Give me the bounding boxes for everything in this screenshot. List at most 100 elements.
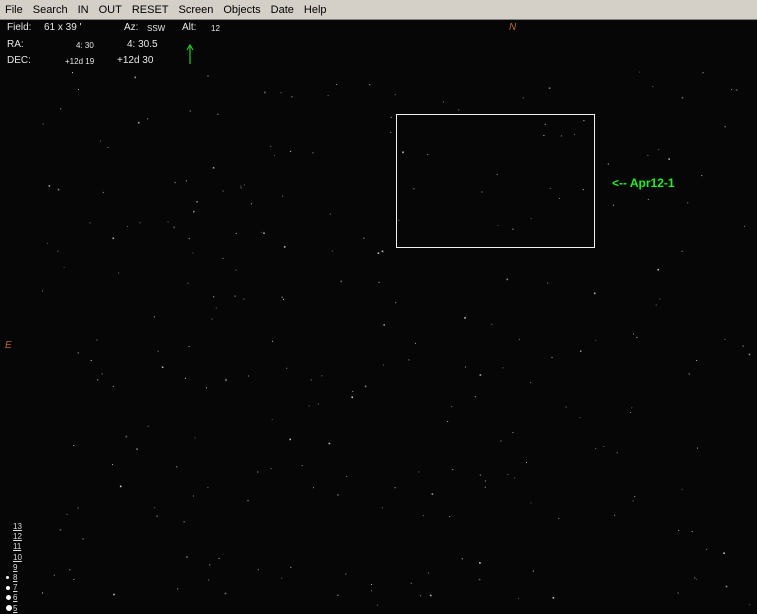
star	[156, 515, 158, 517]
field-of-view-frame[interactable]	[396, 114, 595, 248]
star	[66, 513, 68, 515]
star	[247, 500, 249, 502]
star	[73, 579, 75, 580]
menu-objects[interactable]: Objects	[218, 1, 265, 19]
menu-screen[interactable]: Screen	[174, 1, 219, 19]
magnitude-row: 8	[4, 573, 34, 583]
magnitude-value: 13	[13, 522, 22, 531]
star	[394, 94, 396, 96]
star	[631, 407, 633, 409]
star	[593, 292, 596, 295]
star	[125, 435, 128, 438]
alt-label: Alt:	[182, 22, 197, 33]
star	[153, 316, 155, 318]
star	[102, 191, 104, 193]
star	[222, 257, 224, 259]
star	[310, 379, 312, 381]
star	[147, 118, 149, 120]
star	[678, 530, 680, 531]
star	[464, 317, 466, 319]
menu-zoom-in[interactable]: IN	[73, 1, 94, 19]
star	[647, 198, 649, 200]
star	[193, 210, 195, 213]
star	[189, 110, 191, 112]
menu-reset[interactable]: RESET	[127, 1, 174, 19]
star-field	[42, 71, 751, 606]
star	[264, 91, 266, 94]
star	[696, 360, 698, 361]
star	[77, 507, 79, 509]
star	[548, 87, 551, 89]
star	[327, 94, 329, 96]
star	[677, 592, 679, 594]
sky-view[interactable]: Field: 61 x 39 ' Az: SSW Alt: 12 RA: 4: …	[0, 20, 757, 614]
alt-value: 12	[211, 24, 220, 33]
menu-zoom-out[interactable]: OUT	[94, 1, 127, 19]
star	[290, 150, 292, 152]
star	[240, 185, 242, 187]
star	[185, 180, 187, 182]
star	[410, 582, 412, 584]
menu-search[interactable]: Search	[28, 1, 73, 19]
star	[69, 569, 71, 571]
star	[565, 406, 567, 408]
star	[186, 556, 188, 558]
star	[224, 592, 227, 595]
star	[552, 597, 555, 599]
east-label: E	[5, 340, 12, 351]
star	[484, 486, 486, 488]
menu-file[interactable]: File	[0, 1, 28, 19]
star	[281, 296, 283, 298]
menu-help[interactable]: Help	[299, 1, 332, 19]
star	[188, 238, 190, 240]
star	[217, 113, 219, 115]
ra-value: 4: 30.5	[127, 39, 158, 50]
star	[447, 420, 449, 422]
star	[340, 280, 343, 283]
magnitude-value: 12	[13, 532, 22, 542]
star	[208, 579, 210, 581]
ra-small-value: 4: 30	[76, 41, 94, 50]
star	[137, 121, 140, 124]
star	[371, 590, 373, 592]
star	[465, 366, 466, 368]
star	[744, 225, 745, 227]
star	[636, 336, 638, 338]
star	[378, 281, 380, 283]
star	[209, 564, 211, 566]
star	[154, 507, 156, 509]
star	[634, 496, 636, 498]
star	[530, 382, 532, 384]
star	[57, 250, 59, 252]
star	[77, 89, 79, 90]
star	[112, 237, 115, 240]
star	[420, 595, 421, 597]
star	[632, 500, 634, 502]
star	[173, 226, 175, 229]
star	[742, 345, 744, 347]
star	[282, 195, 284, 197]
star	[301, 465, 303, 467]
star	[257, 569, 259, 571]
star	[383, 324, 385, 326]
magnitude-row: 7	[4, 583, 34, 593]
star	[59, 529, 62, 531]
magnitude-row: 11	[4, 542, 34, 552]
star	[73, 445, 75, 446]
magnitude-value: 11	[13, 542, 22, 552]
star	[235, 269, 237, 271]
star	[161, 366, 164, 368]
magnitude-value: 5	[13, 603, 18, 613]
menu-date[interactable]: Date	[266, 1, 299, 19]
star	[235, 232, 237, 234]
star	[443, 101, 444, 103]
star	[595, 448, 597, 450]
star	[551, 356, 553, 358]
target-label[interactable]: <-- Apr12-1	[612, 176, 675, 190]
star	[579, 350, 582, 352]
north-label: N	[509, 22, 517, 33]
star	[694, 577, 696, 579]
star	[176, 466, 178, 468]
star	[225, 380, 227, 381]
star	[736, 89, 738, 91]
